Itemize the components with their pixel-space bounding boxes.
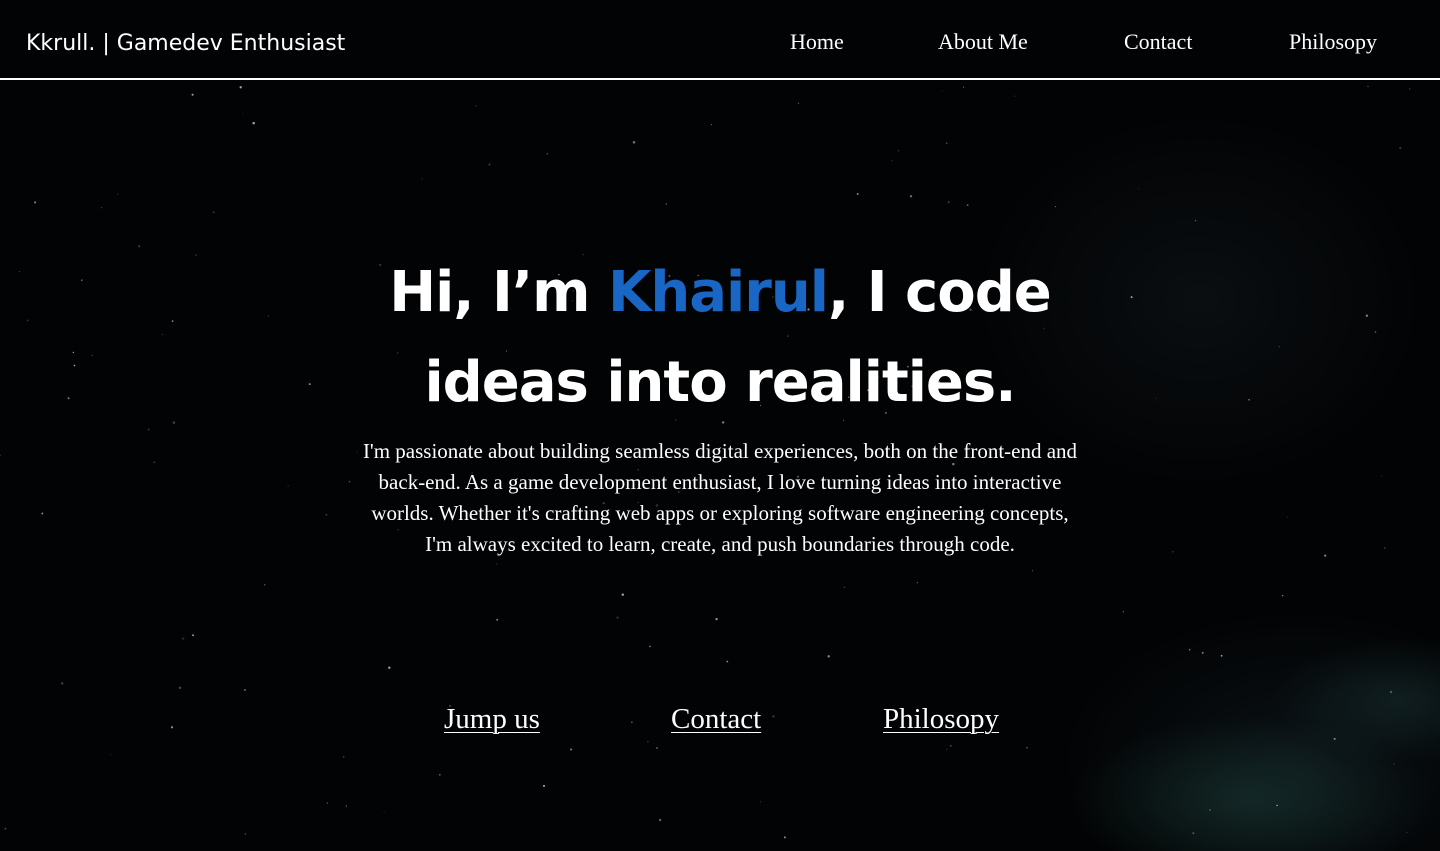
star-dot [1409,88,1411,90]
star-dot [1122,611,1124,613]
star-dot [117,193,119,195]
star-dot [421,178,423,180]
star-dot [726,660,729,663]
star-dot [192,634,194,637]
star-dot [1399,146,1402,150]
star-dot [616,616,619,619]
star-dot [542,784,546,788]
star-dot [264,584,266,586]
star-dot [326,802,329,804]
star-dot [423,843,425,845]
star-dot [1201,651,1204,654]
star-dot [947,201,950,204]
nav-link-philosopy[interactable]: Philosopy [1289,26,1377,58]
star-dot [239,86,242,89]
nav-link-home[interactable]: Home [790,26,844,58]
site-header: Kkrull. | Gamedev Enthusiast Home About … [0,0,1440,80]
star-dot [710,123,713,126]
star-dot [1192,832,1195,835]
star-dot [1026,747,1028,749]
star-dot [1393,763,1395,765]
star-dot [1367,85,1369,88]
star-dot [243,688,246,691]
star-dot [1031,570,1034,572]
star-dot [110,754,112,756]
link-contact[interactable]: Contact [671,700,761,738]
star-dot [797,102,800,104]
nav-link-about-me[interactable]: About Me [938,26,1028,58]
star-dot [1276,804,1278,807]
star-dot [1406,831,1408,834]
star-dot [656,747,658,749]
star-dot [101,207,103,209]
star-dot [941,90,943,92]
star-dot [213,211,215,213]
star-dot [1188,648,1191,651]
star-dot [178,686,182,690]
hero-section: Hi, I’m Khairul, I code ideas into reali… [0,248,1440,560]
star-dot [827,655,830,658]
star-dot [783,836,786,839]
star-dot [632,141,636,144]
star-dot [546,152,549,155]
star-dot [1281,594,1284,597]
star-dot [916,582,918,584]
star-dot [909,195,913,198]
star-dot [649,645,651,648]
hero-headline: Hi, I’m Khairul, I code ideas into reali… [340,248,1100,428]
star-dot [191,93,194,96]
star-dot [658,818,662,822]
star-dot [34,201,37,204]
star-dot [950,745,952,747]
star-dot [496,563,498,565]
star-dot [1137,188,1139,190]
star-dot [966,204,969,207]
nav-link-contact[interactable]: Contact [1124,26,1192,58]
star-dot [182,637,185,640]
star-dot [345,805,347,807]
star-dot [4,827,7,830]
star-dot [488,163,491,166]
star-dot [438,773,441,776]
star-dot [242,112,244,114]
star-dot [946,748,948,750]
link-jump-us[interactable]: Jump us [444,700,540,738]
link-philosopy[interactable]: Philosopy [883,700,999,738]
star-dot [759,801,761,803]
star-dot [891,160,893,162]
star-dot [252,121,255,125]
star-dot [496,618,499,621]
star-dot [60,682,64,685]
star-dot [570,748,573,751]
star-dot [1194,219,1197,222]
star-dot [1209,809,1211,811]
star-dot [1389,690,1393,694]
headline-greeting: Hi, I’m [389,260,608,325]
star-dot [342,756,345,758]
star-dot [647,740,649,743]
star-dot [897,149,900,152]
star-dot [621,593,625,596]
star-dot [963,86,965,88]
star-dot [244,833,247,835]
star-dot [383,811,385,813]
headline-name: Khairul [608,260,829,325]
star-dot [843,586,846,589]
star-dot [665,203,668,205]
star-dot [1013,95,1016,97]
hero-description: I'm passionate about building seamless d… [362,439,1078,556]
star-dot [475,105,477,107]
brand-logo-text[interactable]: Kkrull. | Gamedev Enthusiast [26,29,345,59]
star-dot [715,617,718,621]
star-dot [1054,206,1056,208]
star-dot [945,142,948,145]
star-dot [388,666,391,669]
star-dot [1220,654,1223,657]
star-dot [856,192,859,196]
hero-links: Jump us Contact Philosopy [0,700,1440,740]
